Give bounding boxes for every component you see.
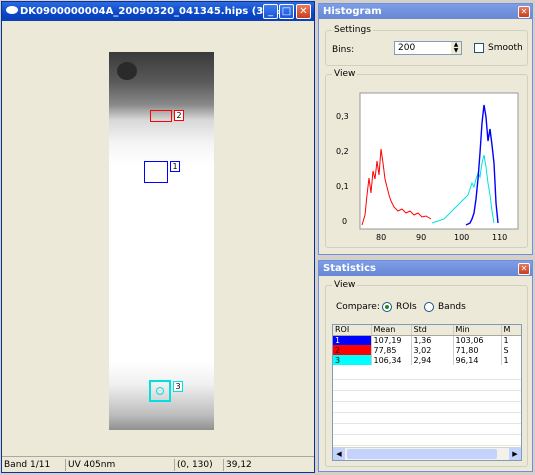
rois-label: ROIs	[396, 302, 417, 312]
close-button[interactable]: ✕	[296, 4, 311, 19]
statistics-table[interactable]: ROI Mean Std Min M 1 107,19 1,36 103,06 …	[332, 324, 522, 461]
cell-std: 3,02	[411, 345, 454, 355]
rois-radio[interactable]	[382, 302, 392, 312]
column-header-mean[interactable]: Mean	[371, 325, 412, 336]
histogram-close-button[interactable]: ✕	[518, 6, 530, 18]
roi-1-label: 1	[170, 161, 180, 172]
maximize-button[interactable]: □	[279, 4, 294, 19]
roi-1-box[interactable]	[144, 161, 168, 183]
cell-max: 1	[501, 335, 521, 345]
status-coords: (0, 130)	[174, 459, 222, 471]
image-window-title: DK0900000004A_20090320_041345.hips (35%)	[20, 6, 285, 17]
histogram-plot[interactable]: 0,3 0,2 0,1 0 80 90 100 110	[328, 83, 524, 243]
bands-radio[interactable]	[424, 302, 434, 312]
roi-2-swatch: 2	[333, 345, 372, 355]
settings-label: Settings	[332, 25, 373, 35]
scroll-left-icon[interactable]: ◀	[333, 448, 345, 460]
x-axis-ticks: 80 90 100 110	[376, 233, 507, 242]
cell-std: 1,36	[411, 335, 454, 345]
statistics-view-label: View	[332, 280, 358, 290]
statistics-titlebar[interactable]: Statistics	[319, 261, 532, 276]
scroll-right-icon[interactable]: ▶	[509, 448, 521, 460]
y-tick-label: 0,2	[336, 147, 349, 156]
scroll-thumb[interactable]	[347, 449, 497, 459]
status-band-name: UV 405nm	[65, 459, 173, 471]
table-row[interactable]: 1 107,19 1,36 103,06 1	[333, 335, 521, 345]
column-header-roi[interactable]: ROI	[333, 325, 372, 336]
y-tick-label: 0,3	[336, 112, 349, 121]
table-row[interactable]: 3 106,34 2,94 96,14 1	[333, 355, 521, 365]
bands-label: Bands	[438, 302, 466, 312]
status-bar: Band 1/11 UV 405nm (0, 130) 39,12	[2, 456, 314, 472]
bins-value: 200	[398, 43, 416, 53]
stats-grid: ROI Mean Std Min M 1 107,19 1,36 103,06 …	[333, 325, 521, 365]
settings-group: Settings Bins: 200 ▲ ▼ Smooth	[325, 25, 528, 66]
cell-mean: 106,34	[371, 355, 412, 365]
roi-2-box[interactable]	[150, 110, 172, 122]
table-header-row: ROI Mean Std Min M	[333, 325, 521, 336]
smooth-checkbox[interactable]	[474, 43, 484, 53]
cell-min: 96,14	[453, 355, 502, 365]
rois-radio-dot	[385, 305, 389, 309]
x-tick-label: 80	[376, 233, 386, 242]
status-band: Band 1/11	[4, 460, 51, 470]
spectral-image	[109, 52, 214, 430]
bins-label: Bins:	[332, 45, 355, 55]
roi-1-swatch: 1	[333, 335, 372, 345]
cell-mean: 107,19	[371, 335, 412, 345]
roi-3-handle[interactable]	[156, 387, 164, 395]
column-header-std[interactable]: Std	[411, 325, 454, 336]
spin-arrows-icon[interactable]: ▲ ▼	[451, 42, 461, 54]
histogram-window: Histogram ✕ Settings Bins: 200 ▲ ▼ Smooth…	[318, 3, 533, 255]
compare-label: Compare:	[336, 302, 380, 312]
x-tick-label: 100	[454, 233, 469, 242]
horizontal-scrollbar[interactable]: ◀ ▶	[333, 447, 521, 460]
minimize-button[interactable]: _	[263, 4, 278, 19]
table-gridlines	[333, 369, 521, 446]
cell-max: S	[501, 345, 521, 355]
column-header-max[interactable]: M	[501, 325, 521, 336]
statistics-window: Statistics ✕ View Compare: ROIs Bands RO…	[318, 260, 533, 472]
y-axis-ticks: 0,3 0,2 0,1 0	[336, 112, 349, 226]
statistics-view-group: View Compare: ROIs Bands ROI Mean Std Mi…	[325, 280, 528, 467]
roi-3-label: 3	[173, 381, 183, 392]
table-row[interactable]: 2 77,85 3,02 71,80 S	[333, 345, 521, 355]
cell-max: 1	[501, 355, 521, 365]
cell-mean: 77,85	[371, 345, 412, 355]
roi-2-label: 2	[174, 110, 184, 121]
x-tick-label: 110	[492, 233, 507, 242]
column-header-min[interactable]: Min	[453, 325, 502, 336]
histogram-view-label: View	[332, 69, 358, 79]
image-canvas[interactable]: 2 1 3	[4, 24, 312, 456]
y-tick-label: 0	[342, 217, 347, 226]
bins-spinner[interactable]: 200 ▲ ▼	[394, 41, 462, 55]
eye-icon	[6, 6, 18, 14]
smooth-label: Smooth	[488, 43, 523, 53]
image-window: DK0900000004A_20090320_041345.hips (35%)…	[1, 1, 315, 473]
histogram-titlebar[interactable]: Histogram	[319, 4, 532, 19]
histogram-view-group: View 0,3 0,2 0,1 0 80 90 100 110	[325, 69, 528, 248]
cell-std: 2,94	[411, 355, 454, 365]
cell-min: 103,06	[453, 335, 502, 345]
statistics-close-button[interactable]: ✕	[518, 263, 530, 275]
image-dark-blob	[117, 62, 137, 80]
status-value: 39,12	[223, 459, 293, 471]
roi-3-swatch: 3	[333, 355, 372, 365]
y-tick-label: 0,1	[336, 182, 349, 191]
cell-min: 71,80	[453, 345, 502, 355]
x-tick-label: 90	[416, 233, 426, 242]
